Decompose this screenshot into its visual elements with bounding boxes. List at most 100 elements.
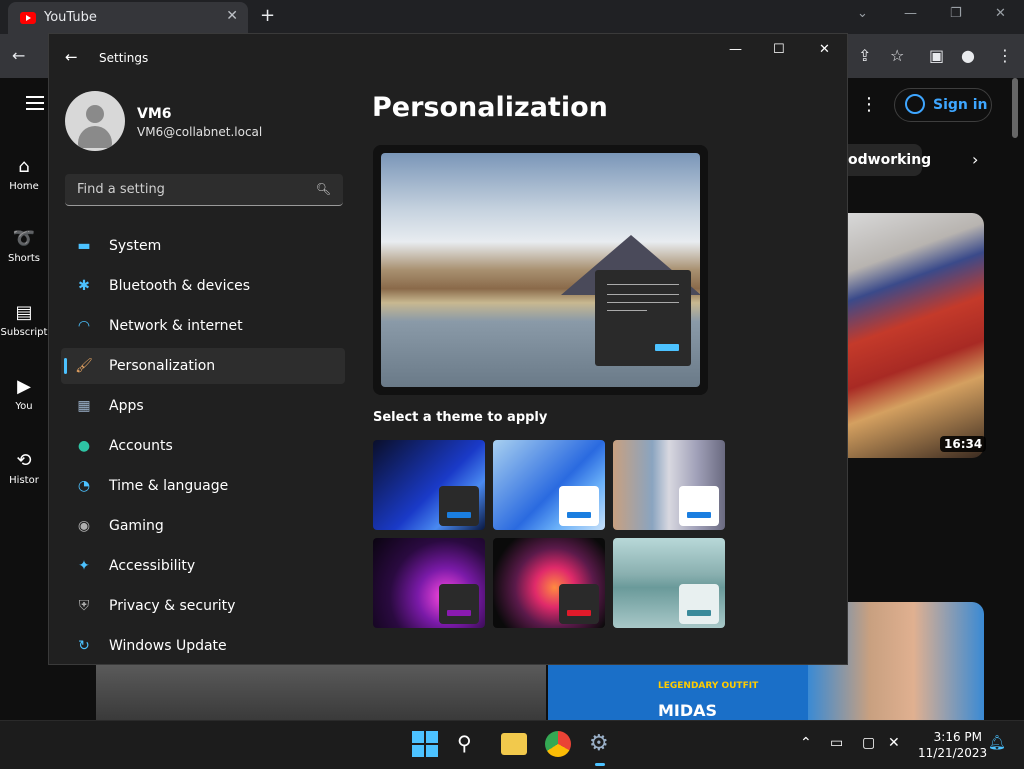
chevron-right-icon[interactable]: › xyxy=(972,150,978,169)
back-arrow-icon[interactable]: ← xyxy=(65,48,78,66)
profile-icon[interactable]: ● xyxy=(961,46,975,65)
guide-item-shorts[interactable]: ➰ Shorts xyxy=(0,228,48,264)
avatar[interactable] xyxy=(65,91,125,151)
history-icon: ⟲ xyxy=(16,450,32,471)
start-icon[interactable] xyxy=(412,731,438,757)
page-title: Personalization xyxy=(372,92,608,123)
theme-tile[interactable] xyxy=(373,440,485,530)
find-setting-search[interactable]: 🔍︎ xyxy=(65,174,343,206)
theme-tile[interactable] xyxy=(493,440,605,530)
tab-search-icon[interactable]: ⌄ xyxy=(857,6,868,21)
video-thumbnail[interactable]: LEGENDARY OUTFIT MIDAS xyxy=(548,665,808,720)
bookmark-star-icon[interactable]: ☆ xyxy=(890,46,904,65)
new-tab-button[interactable]: + xyxy=(260,5,275,26)
close-icon[interactable]: ✕ xyxy=(995,6,1006,21)
file-explorer-icon[interactable] xyxy=(501,733,527,755)
nav-item-label: Accessibility xyxy=(109,558,196,574)
nav-item-apps[interactable]: ▦ Apps xyxy=(61,388,345,424)
nav-item-label: Apps xyxy=(109,398,144,414)
nav-item-label: Gaming xyxy=(109,518,164,534)
video-duration-badge: 16:34 xyxy=(940,436,987,452)
guide-item-library[interactable]: ▶ You xyxy=(0,376,48,412)
theme-window-preview xyxy=(559,486,599,526)
theme-tile[interactable] xyxy=(613,538,725,628)
share-icon[interactable]: ⇪ xyxy=(858,46,871,65)
nav-item-label: Accounts xyxy=(109,438,173,454)
guide-item-subscriptions[interactable]: ▤ Subscript xyxy=(0,302,48,338)
nav-item-personalization[interactable]: 🖌︎ Personalization xyxy=(61,348,345,384)
accounts-icon: ● xyxy=(77,438,91,454)
settings-window: ← Settings — ☐ ✕ VM6 VM6@collabnet.local… xyxy=(48,33,848,665)
side-panel-icon[interactable]: ▣ xyxy=(929,46,944,65)
theme-window-preview xyxy=(679,486,719,526)
system-icon: ▬ xyxy=(77,238,91,254)
youtube-more-icon[interactable]: ⋮ xyxy=(860,94,878,115)
search-input[interactable] xyxy=(75,181,309,198)
theme-tile[interactable] xyxy=(493,538,605,628)
nav-item-time-language[interactable]: ◔ Time & language xyxy=(61,468,345,504)
taskbar: ⚲ ⚙ ⌃ ▭ ▢ ✕ 3:16 PM 11/21/2023 🔔︎ xyxy=(0,720,1024,769)
close-icon[interactable]: ✕ xyxy=(819,42,830,57)
filter-chip[interactable]: odworking xyxy=(848,144,931,176)
wallpaper-preview xyxy=(381,153,700,387)
nav-item-system[interactable]: ▬ System xyxy=(61,228,345,264)
restore-icon[interactable]: ❐ xyxy=(950,6,962,21)
clock-time: 3:16 PM xyxy=(933,730,982,744)
theme-tile[interactable] xyxy=(373,538,485,628)
video-thumbnail[interactable] xyxy=(96,665,546,720)
chevron-up-icon[interactable]: ⌃ xyxy=(800,735,812,751)
shorts-icon: ➰ xyxy=(12,228,36,249)
nav-item-bluetooth-devices[interactable]: ✱ Bluetooth & devices xyxy=(61,268,345,304)
browser-menu-icon[interactable]: ⋮ xyxy=(997,46,1013,65)
nav-item-gaming[interactable]: ◉ Gaming xyxy=(61,508,345,544)
nav-item-label: Windows Update xyxy=(109,638,227,654)
guide-item-home[interactable]: ⌂ Home xyxy=(0,156,48,192)
nav-item-network-internet[interactable]: ◠ Network & internet xyxy=(61,308,345,344)
notification-bell-icon[interactable]: 🔔︎ xyxy=(988,735,1006,751)
video-thumbnail[interactable] xyxy=(848,213,984,458)
nav-item-label: Personalization xyxy=(109,358,216,374)
browser-tabstrip: YouTube ✕ + ⌄ — ❐ ✕ xyxy=(0,0,1024,34)
apps-icon: ▦ xyxy=(77,398,91,414)
theme-tile[interactable] xyxy=(613,440,725,530)
nav-item-accessibility[interactable]: ✦ Accessibility xyxy=(61,548,345,584)
guide-item-history[interactable]: ⟲ Histor xyxy=(0,450,48,486)
window-title: Settings xyxy=(99,51,149,65)
theme-preview xyxy=(373,145,708,395)
subscriptions-icon: ▤ xyxy=(15,302,33,323)
nav-item-privacy-security[interactable]: ⛨ Privacy & security xyxy=(61,588,345,624)
theme-window-preview xyxy=(439,486,479,526)
preview-window xyxy=(595,270,691,366)
theme-window-preview xyxy=(439,584,479,624)
search-icon: 🔍︎ xyxy=(315,182,331,196)
theme-window-preview xyxy=(559,584,599,624)
user-name: VM6 xyxy=(137,106,172,122)
display-icon[interactable]: ▢ xyxy=(862,735,875,751)
sign-in-button[interactable]: Sign in xyxy=(894,88,992,122)
library-icon: ▶ xyxy=(17,376,31,397)
network-icon[interactable]: ▭ xyxy=(830,735,843,751)
clock[interactable]: 3:16 PM 11/21/2023 xyxy=(918,729,987,761)
nav-item-windows-update[interactable]: ↻ Windows Update xyxy=(61,628,345,664)
nav-item-accounts[interactable]: ● Accounts xyxy=(61,428,345,464)
guide-item-label: Histor xyxy=(9,475,39,486)
settings-icon[interactable]: ⚙ xyxy=(589,731,615,757)
tab-close-icon[interactable]: ✕ xyxy=(226,8,238,24)
update-icon: ↻ xyxy=(78,638,90,654)
chrome-icon[interactable] xyxy=(545,731,571,757)
back-icon[interactable]: ← xyxy=(12,46,25,65)
hamburger-menu-icon[interactable] xyxy=(26,96,44,114)
youtube-favicon-icon xyxy=(20,12,36,24)
bluetooth-icon: ✱ xyxy=(78,278,90,294)
tab-youtube[interactable]: YouTube ✕ xyxy=(8,2,248,34)
gamepad-icon: ◉ xyxy=(77,518,91,534)
search-icon[interactable]: ⚲ xyxy=(457,731,483,757)
minimize-icon[interactable]: — xyxy=(729,42,742,57)
nav-item-label: Network & internet xyxy=(109,318,243,334)
tab-title: YouTube xyxy=(44,10,97,25)
guide-item-label: You xyxy=(15,401,33,412)
page-scrollbar[interactable] xyxy=(1012,78,1018,138)
minimize-icon[interactable]: — xyxy=(904,6,917,21)
maximize-icon[interactable]: ☐ xyxy=(773,42,785,57)
volume-muted-icon[interactable]: ✕ xyxy=(888,735,900,751)
